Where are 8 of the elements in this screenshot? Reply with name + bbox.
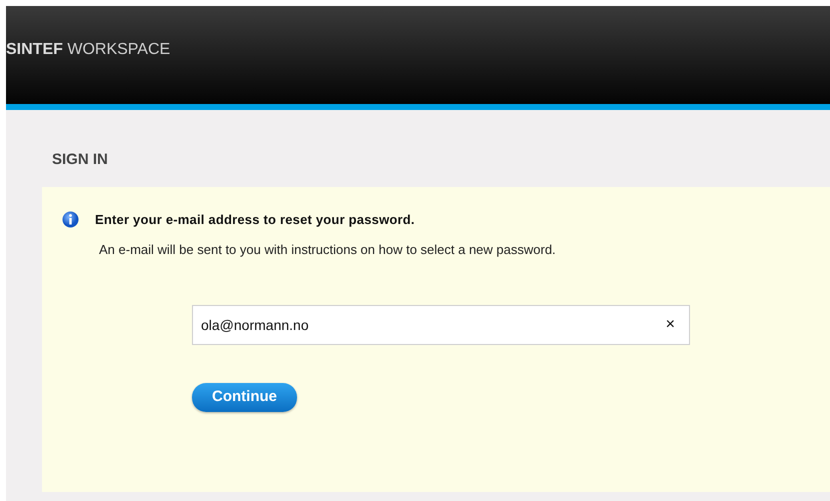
continue-button[interactable]: Continue xyxy=(192,383,297,412)
section-title: SIGN IN xyxy=(51,150,109,170)
message-heading: Enter your e-mail address to reset your password. xyxy=(95,211,415,229)
logo-text: SINTEF WORKSPACE xyxy=(6,40,170,60)
message-text: An e-mail will be sent to you with instructions on how to select a new password. xyxy=(99,240,557,259)
email-field[interactable]: ola@normann.no × xyxy=(192,305,690,345)
clear-button[interactable]: × xyxy=(652,313,689,337)
info-icon xyxy=(62,211,79,228)
